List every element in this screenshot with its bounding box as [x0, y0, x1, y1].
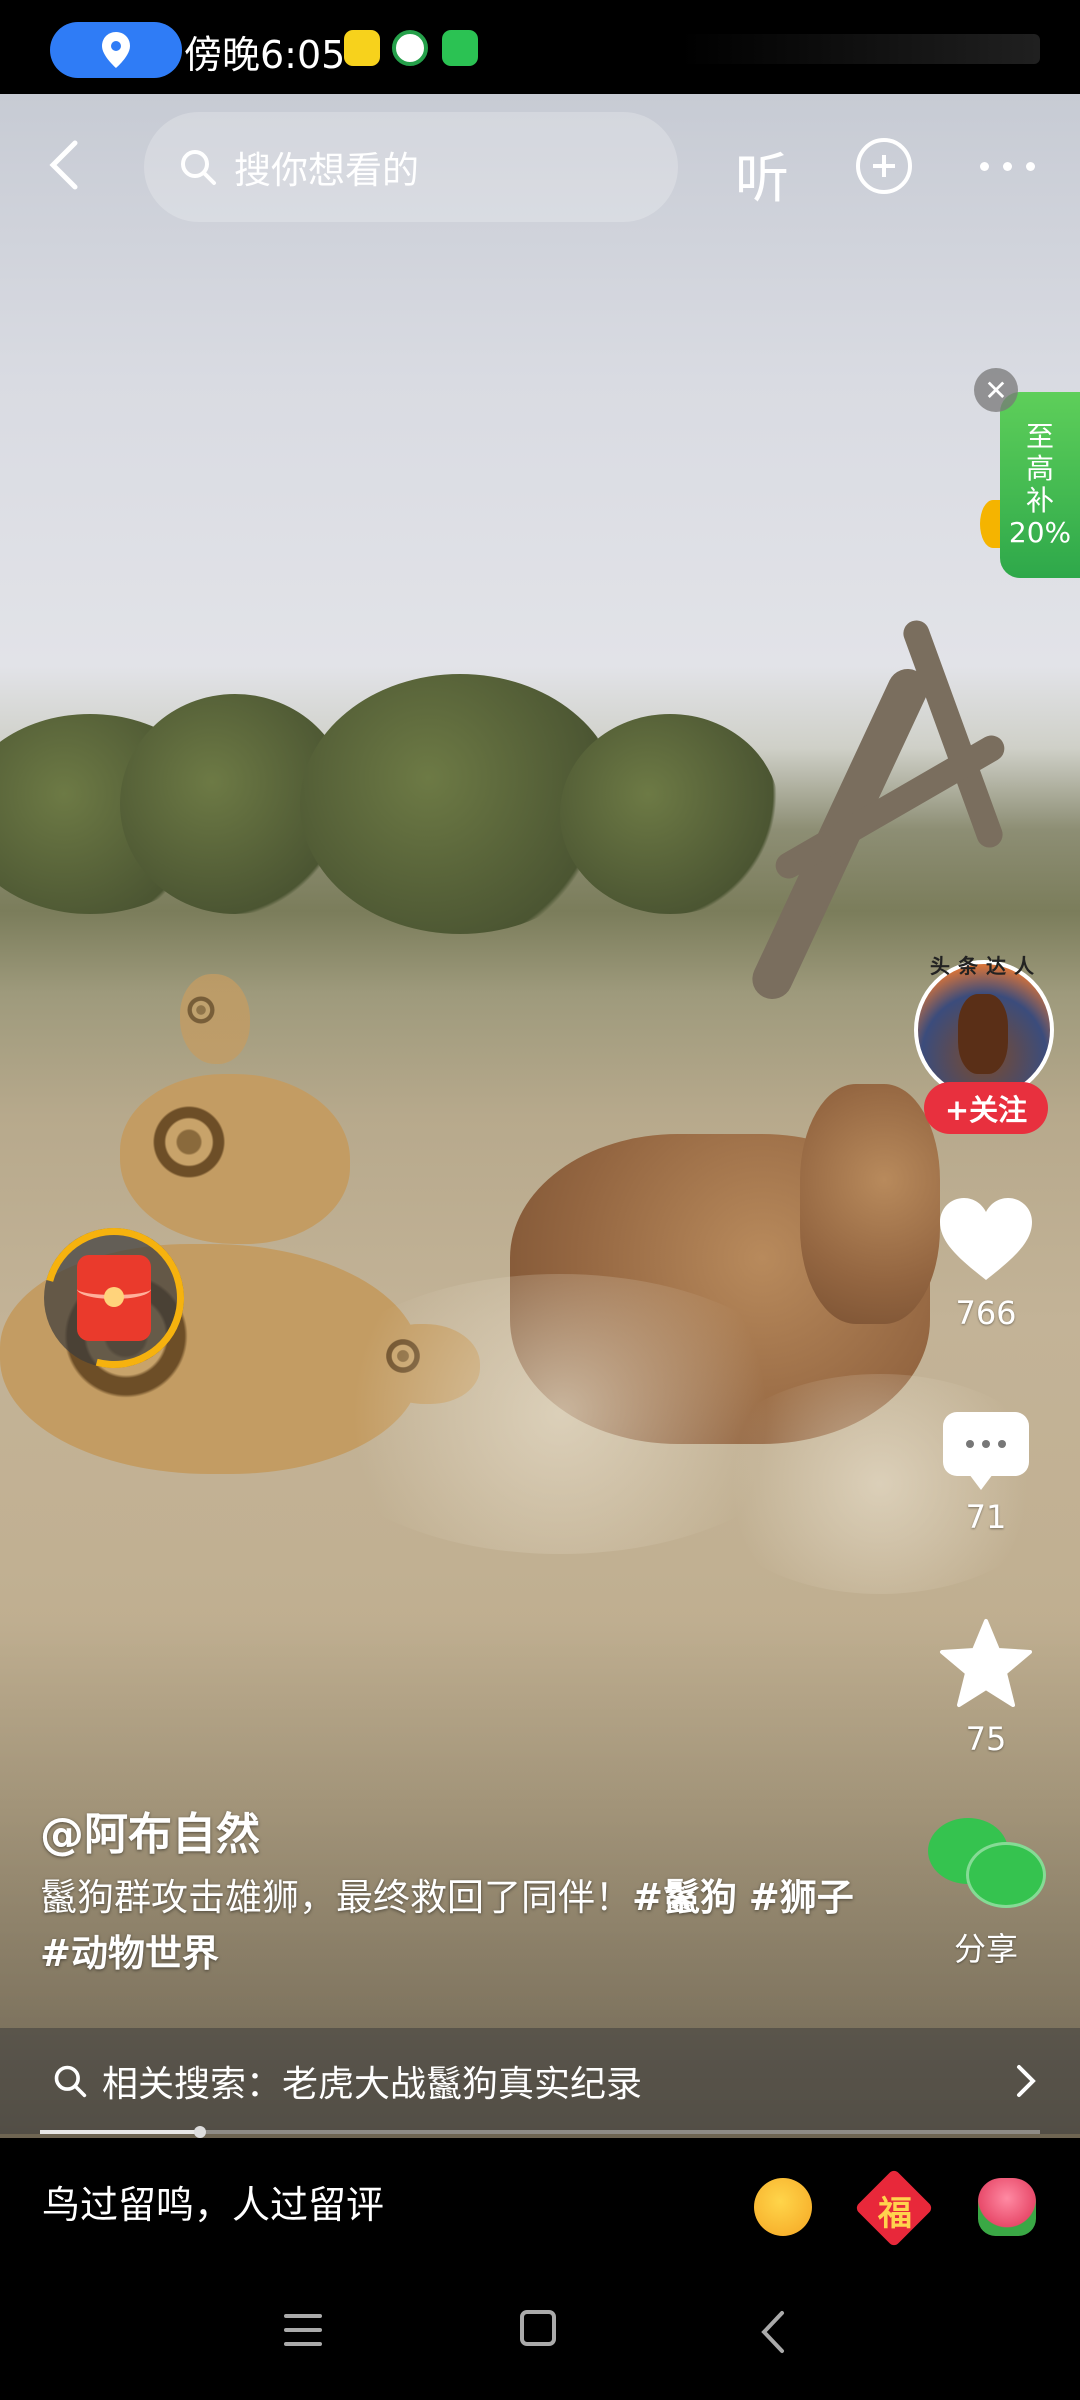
- search-icon: [181, 150, 216, 185]
- author-avatar[interactable]: [914, 960, 1054, 1100]
- promo-line: 补: [1025, 484, 1054, 517]
- system-nav-bar: [0, 2262, 1080, 2400]
- search-icon: [54, 2065, 87, 2098]
- status-bar: 傍晚6:05: [0, 0, 1080, 94]
- promo-line: 20%: [1008, 516, 1072, 549]
- favorite-count: 75: [965, 1720, 1007, 1758]
- video-progress-bar[interactable]: [40, 2126, 1040, 2138]
- dot-icon: [980, 162, 989, 171]
- location-indicator: [50, 22, 182, 78]
- search-placeholder: 搜你想看的: [234, 149, 419, 192]
- dot-icon: [1003, 162, 1012, 171]
- subsidy-promo-badge[interactable]: 至 高 补 20%: [1000, 392, 1080, 578]
- laugh-cry-emoji-icon[interactable]: [754, 2178, 812, 2236]
- add-button[interactable]: [856, 138, 912, 194]
- author-name[interactable]: @阿布自然: [40, 1798, 260, 1862]
- system-back-icon[interactable]: [760, 2310, 786, 2354]
- dot-icon: [1026, 162, 1035, 171]
- promo-close-button[interactable]: ✕: [974, 368, 1018, 412]
- fu-emoji-text: 福: [878, 2194, 912, 2234]
- wechat-share-icon: [928, 1818, 1046, 1910]
- progress-knob[interactable]: [194, 2126, 206, 2138]
- follow-button[interactable]: +关注: [924, 1082, 1048, 1134]
- back-arrow-icon: [49, 140, 78, 190]
- plus-icon: [873, 155, 895, 177]
- description-text: 鬣狗群攻击雄狮，最终救回了同伴！: [40, 1876, 632, 1919]
- red-packet-icon: [77, 1255, 151, 1341]
- chevron-right-icon: [1017, 2065, 1036, 2097]
- promo-line: 至: [1025, 420, 1054, 453]
- like-count: 766: [955, 1294, 1017, 1332]
- hashtag-link[interactable]: #鬣狗: [632, 1876, 737, 1919]
- related-search-text: 相关搜索：老虎大战鬣狗真实纪录: [102, 2064, 643, 2105]
- hashtag-link[interactable]: #狮子: [749, 1876, 854, 1919]
- close-icon: ✕: [984, 373, 1008, 407]
- app-notification-icon: [392, 30, 428, 66]
- hashtag-link[interactable]: #动物世界: [40, 1932, 219, 1975]
- app-notification-icon: [344, 30, 380, 66]
- avatar-badge-text: 头条达人: [930, 954, 1042, 978]
- listen-button[interactable]: 听: [735, 134, 789, 213]
- comment-count: 71: [965, 1498, 1007, 1536]
- star-icon: [940, 1619, 1032, 1707]
- status-icons: [680, 34, 1040, 64]
- recent-apps-button[interactable]: [284, 2314, 322, 2356]
- location-pin-icon: [102, 32, 130, 68]
- favorite-button[interactable]: 75: [930, 1618, 1042, 1758]
- comment-placeholder: 鸟过留鸣，人过留评: [42, 2183, 385, 2227]
- status-time: 傍晚6:05: [184, 33, 346, 77]
- video-description: 鬣狗群攻击雄狮，最终救回了同伴！#鬣狗 #狮子 #动物世界: [40, 1870, 880, 1982]
- heart-icon: [940, 1198, 1032, 1280]
- red-packet-button[interactable]: [18, 1202, 210, 1394]
- share-button[interactable]: 分享: [924, 1818, 1048, 1970]
- home-button[interactable]: [520, 2310, 556, 2346]
- comment-button[interactable]: 71: [930, 1412, 1042, 1536]
- comment-icon: [943, 1412, 1029, 1490]
- like-button[interactable]: 766: [930, 1196, 1042, 1332]
- back-button[interactable]: [38, 134, 88, 196]
- flower-emoji-icon[interactable]: [978, 2178, 1036, 2236]
- promo-line: 高: [1025, 452, 1054, 485]
- more-options-button[interactable]: [980, 162, 1035, 171]
- related-search-bar[interactable]: 相关搜索：老虎大战鬣狗真实纪录: [0, 2028, 1080, 2134]
- wechat-notification-icon: [442, 30, 478, 66]
- progress-fill: [40, 2130, 200, 2134]
- search-input[interactable]: 搜你想看的: [144, 112, 678, 222]
- avatar-lion-image: [958, 994, 1008, 1074]
- share-label: 分享: [953, 1930, 1018, 1968]
